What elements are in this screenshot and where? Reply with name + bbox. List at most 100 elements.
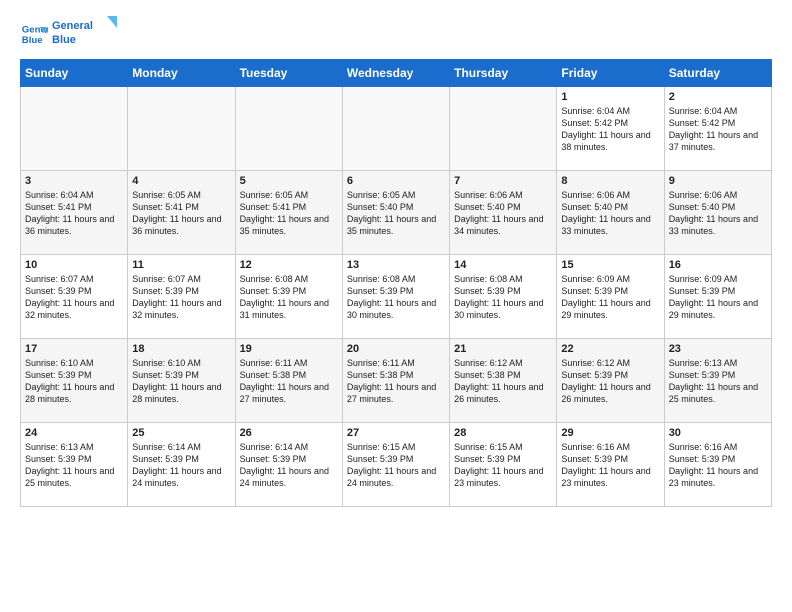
day-number: 12 — [240, 259, 338, 271]
day-cell: 19Sunrise: 6:11 AM Sunset: 5:38 PM Dayli… — [235, 339, 342, 423]
day-cell: 11Sunrise: 6:07 AM Sunset: 5:39 PM Dayli… — [128, 255, 235, 339]
day-cell: 27 Sunrise: 6:15 AM Sunset: 5:39 PM Dayli… — [342, 423, 449, 507]
week-row-3: 10 Sunrise: 6:07 AM Sunset: 5:39 PM Dayli… — [21, 255, 772, 339]
day-cell: 25 Sunrise: 6:14 AM Sunset: 5:39 PM Dayli… — [128, 423, 235, 507]
day-number: 30 — [669, 427, 767, 439]
day-cell: 10 Sunrise: 6:07 AM Sunset: 5:39 PM Dayli… — [21, 255, 128, 339]
day-info: Sunrise: 6:05 AM Sunset: 5:41 PM Dayligh… — [240, 189, 338, 238]
logo-text: General Blue — [52, 16, 124, 51]
day-info: Sunrise: 6:08 AM Sunset: 5:39 PM Dayligh… — [454, 273, 552, 322]
day-cell: 16 Sunrise: 6:09 AM Sunset: 5:39 PM Dayli… — [664, 255, 771, 339]
day-info: Sunrise: 6:14 AM Sunset: 5:39 PM Dayligh… — [240, 441, 338, 490]
page: General Blue General Blue SundayMondayTu… — [0, 0, 792, 517]
day-cell: 22Sunrise: 6:12 AM Sunset: 5:39 PM Dayli… — [557, 339, 664, 423]
day-cell: 15 Sunrise: 6:09 AM Sunset: 5:39 PM Dayli… — [557, 255, 664, 339]
day-cell: 18Sunrise: 6:10 AM Sunset: 5:39 PM Dayli… — [128, 339, 235, 423]
day-number: 16 — [669, 259, 767, 271]
day-cell: 29 Sunrise: 6:16 AM Sunset: 5:39 PM Dayli… — [557, 423, 664, 507]
week-row-4: 17Sunrise: 6:10 AM Sunset: 5:39 PM Dayli… — [21, 339, 772, 423]
day-cell: 1Sunrise: 6:04 AM Sunset: 5:42 PM Daylig… — [557, 87, 664, 171]
day-info: Sunrise: 6:05 AM Sunset: 5:40 PM Dayligh… — [347, 189, 445, 238]
day-number: 24 — [25, 427, 123, 439]
day-cell — [21, 87, 128, 171]
col-header-thursday: Thursday — [450, 60, 557, 87]
day-cell: 21Sunrise: 6:12 AM Sunset: 5:38 PM Dayli… — [450, 339, 557, 423]
day-number: 10 — [25, 259, 123, 271]
day-number: 13 — [347, 259, 445, 271]
col-header-saturday: Saturday — [664, 60, 771, 87]
day-number: 26 — [240, 427, 338, 439]
svg-text:Blue: Blue — [52, 34, 76, 46]
day-info: Sunrise: 6:09 AM Sunset: 5:39 PM Dayligh… — [669, 273, 767, 322]
day-cell: 6 Sunrise: 6:05 AM Sunset: 5:40 PM Daylig… — [342, 171, 449, 255]
day-number: 5 — [240, 175, 338, 187]
col-header-friday: Friday — [557, 60, 664, 87]
day-cell: 24 Sunrise: 6:13 AM Sunset: 5:39 PM Dayli… — [21, 423, 128, 507]
day-number: 6 — [347, 175, 445, 187]
day-info: Sunrise: 6:06 AM Sunset: 5:40 PM Dayligh… — [561, 189, 659, 238]
day-cell — [235, 87, 342, 171]
day-number: 8 — [561, 175, 659, 187]
day-number: 7 — [454, 175, 552, 187]
day-info: Sunrise: 6:15 AM Sunset: 5:39 PM Dayligh… — [347, 441, 445, 490]
day-cell: 14 Sunrise: 6:08 AM Sunset: 5:39 PM Dayli… — [450, 255, 557, 339]
col-header-tuesday: Tuesday — [235, 60, 342, 87]
day-number: 23 — [669, 343, 767, 355]
day-number: 25 — [132, 427, 230, 439]
day-cell: 23Sunrise: 6:13 AM Sunset: 5:39 PM Dayli… — [664, 339, 771, 423]
day-cell: 7 Sunrise: 6:06 AM Sunset: 5:40 PM Daylig… — [450, 171, 557, 255]
day-cell: 20 Sunrise: 6:11 AM Sunset: 5:38 PM Dayli… — [342, 339, 449, 423]
week-row-5: 24 Sunrise: 6:13 AM Sunset: 5:39 PM Dayli… — [21, 423, 772, 507]
day-cell: 3 Sunrise: 6:04 AM Sunset: 5:41 PM Daylig… — [21, 171, 128, 255]
col-header-monday: Monday — [128, 60, 235, 87]
day-number: 22 — [561, 343, 659, 355]
day-cell: 8 Sunrise: 6:06 AM Sunset: 5:40 PM Daylig… — [557, 171, 664, 255]
day-number: 3 — [25, 175, 123, 187]
day-cell — [450, 87, 557, 171]
day-number: 21 — [454, 343, 552, 355]
day-info: Sunrise: 6:11 AM Sunset: 5:38 PM Dayligh… — [347, 357, 445, 406]
day-info: Sunrise: 6:10 AM Sunset: 5:39 PM Dayligh… — [25, 357, 123, 406]
day-number: 9 — [669, 175, 767, 187]
day-cell: 5 Sunrise: 6:05 AM Sunset: 5:41 PM Daylig… — [235, 171, 342, 255]
logo: General Blue General Blue — [20, 16, 124, 51]
day-number: 15 — [561, 259, 659, 271]
day-info: Sunrise: 6:13 AM Sunset: 5:39 PM Dayligh… — [25, 441, 123, 490]
day-cell: 28 Sunrise: 6:15 AM Sunset: 5:39 PM Dayli… — [450, 423, 557, 507]
day-cell: 26 Sunrise: 6:14 AM Sunset: 5:39 PM Dayli… — [235, 423, 342, 507]
day-number: 14 — [454, 259, 552, 271]
day-info: Sunrise: 6:07 AM Sunset: 5:39 PM Dayligh… — [25, 273, 123, 322]
day-cell: 2Sunrise: 6:04 AM Sunset: 5:42 PM Daylig… — [664, 87, 771, 171]
logo-icon: General Blue — [20, 20, 48, 48]
day-number: 20 — [347, 343, 445, 355]
header-row: SundayMondayTuesdayWednesdayThursdayFrid… — [21, 60, 772, 87]
day-number: 28 — [454, 427, 552, 439]
svg-text:General: General — [52, 20, 93, 32]
day-info: Sunrise: 6:04 AM Sunset: 5:41 PM Dayligh… — [25, 189, 123, 238]
day-cell — [128, 87, 235, 171]
day-info: Sunrise: 6:15 AM Sunset: 5:39 PM Dayligh… — [454, 441, 552, 490]
day-info: Sunrise: 6:08 AM Sunset: 5:39 PM Dayligh… — [240, 273, 338, 322]
day-cell: 9Sunrise: 6:06 AM Sunset: 5:40 PM Daylig… — [664, 171, 771, 255]
day-number: 29 — [561, 427, 659, 439]
day-info: Sunrise: 6:04 AM Sunset: 5:42 PM Dayligh… — [561, 105, 659, 154]
day-info: Sunrise: 6:16 AM Sunset: 5:39 PM Dayligh… — [561, 441, 659, 490]
day-info: Sunrise: 6:06 AM Sunset: 5:40 PM Dayligh… — [454, 189, 552, 238]
day-info: Sunrise: 6:09 AM Sunset: 5:39 PM Dayligh… — [561, 273, 659, 322]
day-info: Sunrise: 6:14 AM Sunset: 5:39 PM Dayligh… — [132, 441, 230, 490]
day-cell: 13 Sunrise: 6:08 AM Sunset: 5:39 PM Dayli… — [342, 255, 449, 339]
day-cell: 4Sunrise: 6:05 AM Sunset: 5:41 PM Daylig… — [128, 171, 235, 255]
day-number: 27 — [347, 427, 445, 439]
day-cell: 17Sunrise: 6:10 AM Sunset: 5:39 PM Dayli… — [21, 339, 128, 423]
col-header-sunday: Sunday — [21, 60, 128, 87]
day-cell: 30 Sunrise: 6:16 AM Sunset: 5:39 PM Dayli… — [664, 423, 771, 507]
svg-text:Blue: Blue — [22, 34, 43, 45]
day-cell: 12 Sunrise: 6:08 AM Sunset: 5:39 PM Dayli… — [235, 255, 342, 339]
day-info: Sunrise: 6:08 AM Sunset: 5:39 PM Dayligh… — [347, 273, 445, 322]
day-info: Sunrise: 6:16 AM Sunset: 5:39 PM Dayligh… — [669, 441, 767, 490]
col-header-wednesday: Wednesday — [342, 60, 449, 87]
day-number: 18 — [132, 343, 230, 355]
day-number: 4 — [132, 175, 230, 187]
day-number: 19 — [240, 343, 338, 355]
day-number: 11 — [132, 259, 230, 271]
